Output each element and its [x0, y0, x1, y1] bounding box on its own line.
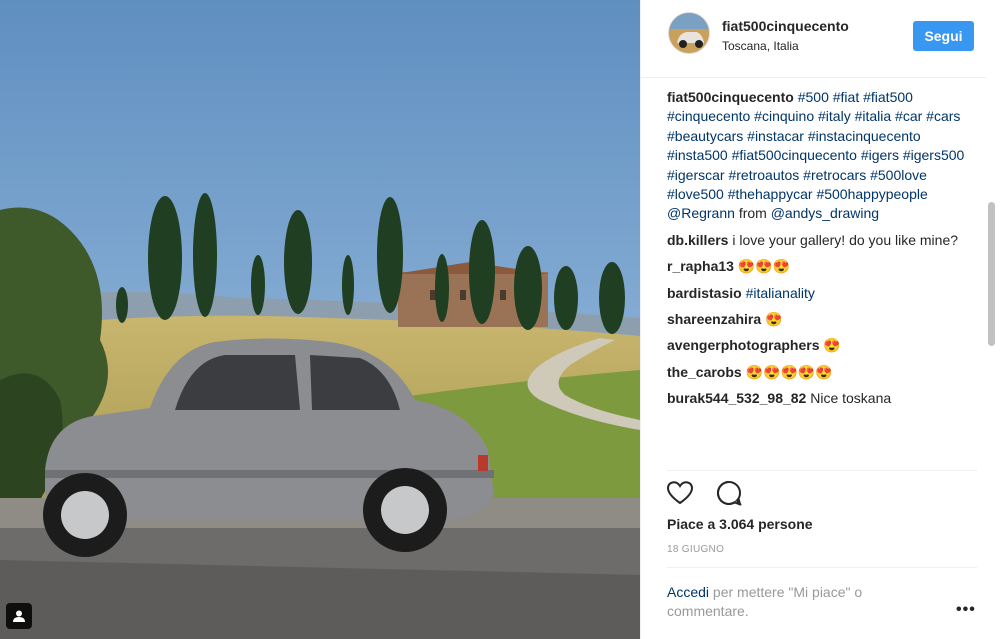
list-item: avengerphotographers 😍 — [667, 336, 967, 355]
comment-list: fiat500cinquecento #500 #fiat #fiat500 #… — [667, 88, 967, 468]
list-item: the_carobs 😍😍😍😍😍 — [667, 363, 967, 382]
comment-hashtag[interactable]: #italianality — [746, 285, 815, 301]
post-username[interactable]: fiat500cinquecento — [722, 18, 849, 34]
post-photo[interactable] — [0, 0, 640, 639]
post-header: fiat500cinquecento Toscana, Italia Segui — [641, 0, 986, 78]
comment-author[interactable]: avengerphotographers — [667, 337, 819, 353]
instagram-post: fiat500cinquecento Toscana, Italia Segui… — [0, 0, 1000, 639]
post-date[interactable]: 18 GIUGNO — [667, 544, 724, 555]
comment-text: i love your gallery! do you like mine? — [732, 231, 959, 248]
comment-author[interactable]: shareenzahira — [667, 311, 761, 327]
divider — [667, 470, 977, 471]
post-side-panel: fiat500cinquecento Toscana, Italia Segui… — [640, 0, 1000, 639]
comment-text: 😍😍😍 — [737, 258, 791, 275]
list-item: shareenzahira 😍 — [667, 310, 967, 329]
comment-author[interactable]: the_carobs — [667, 364, 742, 380]
list-item: r_rapha13 😍😍😍 — [667, 257, 967, 276]
comment-text: 😍😍😍😍😍 — [745, 363, 833, 380]
caption-credit[interactable]: @andys_drawing — [771, 205, 879, 221]
heart-icon[interactable] — [666, 481, 694, 510]
caption-from: from — [738, 205, 767, 222]
login-link[interactable]: Accedi — [667, 584, 709, 600]
post-caption: fiat500cinquecento #500 #fiat #fiat500 #… — [667, 88, 967, 224]
divider — [667, 567, 977, 568]
caption-author[interactable]: fiat500cinquecento — [667, 89, 794, 105]
user-tag-icon[interactable] — [6, 603, 32, 629]
caption-hashtags[interactable]: #500 #fiat #fiat500 #cinquecento #cinqui… — [667, 89, 964, 221]
list-item: bardistasio #italianality — [667, 284, 967, 303]
comment-text: 😍 — [823, 337, 841, 354]
post-location[interactable]: Toscana, Italia — [722, 39, 799, 53]
follow-button[interactable]: Segui — [913, 21, 974, 51]
comment-author[interactable]: db.killers — [667, 232, 728, 248]
likes-count[interactable]: Piace a 3.064 persone — [667, 516, 813, 532]
scrollbar-thumb[interactable] — [988, 202, 995, 346]
comment-author[interactable]: bardistasio — [667, 285, 742, 301]
action-bar — [666, 480, 742, 511]
list-item: db.killers i love your gallery! do you l… — [667, 231, 967, 250]
comment-author[interactable]: r_rapha13 — [667, 258, 734, 274]
login-prompt: Accedi per mettere "Mi piace" o commenta… — [667, 583, 917, 621]
comment-text: 😍 — [765, 311, 783, 328]
comment-author[interactable]: burak544_532_98_82 — [667, 390, 806, 406]
avatar[interactable] — [668, 12, 710, 54]
speech-bubble-icon[interactable] — [716, 480, 742, 511]
comments-scrollbar[interactable] — [986, 82, 996, 470]
tuscany-fiat-photo — [0, 0, 640, 639]
comment-text: Nice toskana — [810, 390, 892, 407]
more-options-icon[interactable]: ••• — [956, 601, 976, 619]
list-item: burak544_532_98_82 Nice toskana — [667, 389, 967, 408]
